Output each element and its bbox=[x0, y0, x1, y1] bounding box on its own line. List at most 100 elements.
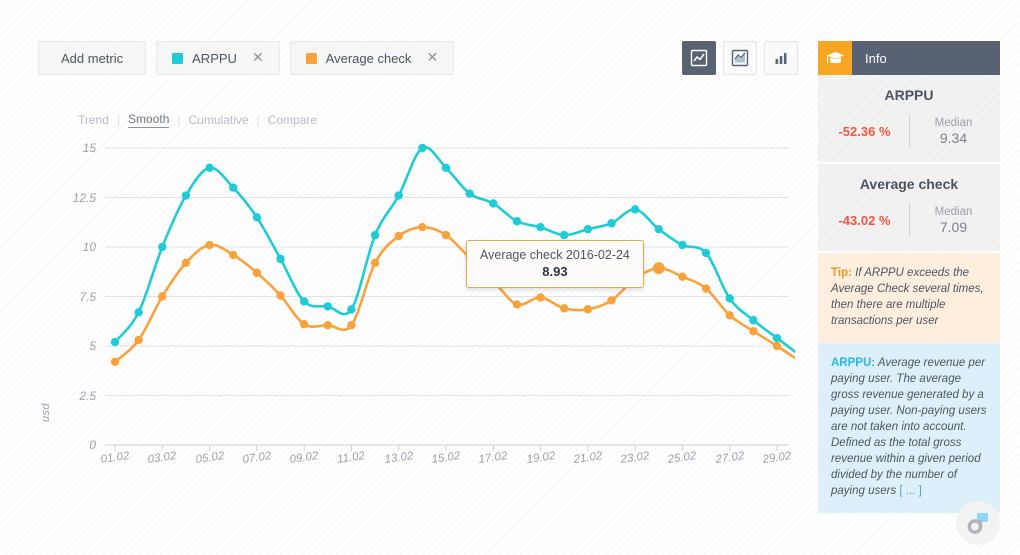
data-point[interactable] bbox=[584, 225, 592, 233]
data-point[interactable] bbox=[749, 316, 757, 324]
data-point[interactable] bbox=[560, 304, 568, 312]
y-axis: 02.557.51012.515 bbox=[50, 130, 96, 475]
tip-note: Tip: If ARPPU exceeds the Average Check … bbox=[818, 253, 1000, 343]
stat-name: Average check bbox=[818, 176, 1000, 192]
metric-chip-label-average-check: Average check bbox=[326, 51, 412, 66]
metric-color-swatch-average-check bbox=[306, 53, 317, 64]
series-average-check bbox=[111, 223, 795, 366]
data-point[interactable] bbox=[134, 308, 142, 316]
nav-item-smooth[interactable]: Smooth bbox=[128, 112, 169, 128]
y-axis-tick-label: 0 bbox=[50, 438, 96, 452]
data-point[interactable] bbox=[678, 273, 686, 281]
y-axis-tick-label: 15 bbox=[50, 141, 96, 155]
data-point[interactable] bbox=[182, 259, 190, 267]
data-point[interactable] bbox=[653, 262, 665, 274]
data-point[interactable] bbox=[631, 205, 639, 213]
close-icon[interactable]: ✕ bbox=[426, 51, 438, 65]
metric-chip-arppu[interactable]: ARPPU ✕ bbox=[156, 41, 280, 75]
data-point[interactable] bbox=[513, 300, 521, 308]
data-point[interactable] bbox=[182, 191, 190, 199]
data-point[interactable] bbox=[418, 223, 426, 231]
logo-icon bbox=[964, 509, 992, 537]
data-point[interactable] bbox=[276, 291, 284, 299]
data-point[interactable] bbox=[111, 338, 119, 346]
data-point[interactable] bbox=[371, 231, 379, 239]
bar-chart-icon bbox=[772, 49, 790, 67]
data-point[interactable] bbox=[395, 191, 403, 199]
data-point[interactable] bbox=[678, 241, 686, 249]
nav-separator: | bbox=[177, 113, 180, 127]
data-point[interactable] bbox=[134, 336, 142, 344]
data-point[interactable] bbox=[702, 249, 710, 257]
info-panel: Info ARPPU -52.36 % Median 9.34 Average … bbox=[818, 41, 1000, 513]
add-metric-button[interactable]: Add metric bbox=[38, 41, 146, 75]
nav-separator: | bbox=[117, 113, 120, 127]
data-point[interactable] bbox=[536, 223, 544, 231]
data-point[interactable] bbox=[253, 269, 261, 277]
chart-area: usd 02.557.51012.515 01.0203.0205.0207.0… bbox=[0, 130, 810, 475]
median-label: Median bbox=[910, 117, 998, 129]
data-point[interactable] bbox=[395, 232, 403, 240]
metric-chip-average-check[interactable]: Average check ✕ bbox=[290, 41, 455, 75]
line-chart-button[interactable] bbox=[682, 41, 716, 75]
metric-color-swatch-arppu bbox=[172, 53, 183, 64]
y-axis-tick-label: 2.5 bbox=[50, 389, 96, 403]
data-point[interactable] bbox=[702, 284, 710, 292]
data-point[interactable] bbox=[347, 305, 355, 313]
data-point[interactable] bbox=[111, 358, 119, 366]
close-icon[interactable]: ✕ bbox=[252, 51, 264, 65]
nav-item-compare[interactable]: Compare bbox=[268, 113, 317, 127]
data-point[interactable] bbox=[324, 321, 332, 329]
tooltip-value: 8.93 bbox=[480, 264, 630, 279]
chart-svg bbox=[105, 130, 795, 475]
read-more-link[interactable]: [ ... ] bbox=[899, 485, 921, 497]
data-point[interactable] bbox=[418, 144, 426, 152]
y-axis-tick-label: 12.5 bbox=[50, 191, 96, 205]
data-point[interactable] bbox=[560, 231, 568, 239]
data-point[interactable] bbox=[276, 255, 284, 263]
data-point[interactable] bbox=[229, 183, 237, 191]
data-point[interactable] bbox=[773, 342, 781, 350]
data-point[interactable] bbox=[465, 189, 473, 197]
data-point[interactable] bbox=[158, 292, 166, 300]
series-arppu bbox=[111, 144, 795, 360]
series-line bbox=[115, 147, 795, 356]
data-point[interactable] bbox=[536, 293, 544, 301]
data-point[interactable] bbox=[205, 241, 213, 249]
data-point[interactable] bbox=[773, 334, 781, 342]
data-point[interactable] bbox=[347, 321, 355, 329]
data-point[interactable] bbox=[655, 225, 663, 233]
data-point[interactable] bbox=[607, 219, 615, 227]
data-point[interactable] bbox=[229, 251, 237, 259]
stat-delta: -43.02 % bbox=[821, 213, 909, 228]
metric-chip-label-arppu: ARPPU bbox=[192, 51, 237, 66]
bar-chart-button[interactable] bbox=[764, 41, 798, 75]
data-point[interactable] bbox=[371, 259, 379, 267]
chart-view-nav: Trend|Smooth|Cumulative|Compare bbox=[78, 112, 317, 128]
definition-note: ARPPU: Average revenue per paying user. … bbox=[818, 343, 1000, 513]
data-point[interactable] bbox=[205, 164, 213, 172]
data-point[interactable] bbox=[607, 296, 615, 304]
tooltip-title: Average check 2016-02-24 bbox=[480, 248, 630, 262]
devtodev-logo bbox=[956, 501, 1000, 545]
data-point[interactable] bbox=[726, 311, 734, 319]
data-point[interactable] bbox=[253, 213, 261, 221]
tip-text: If ARPPU exceeds the Average Check sever… bbox=[831, 267, 984, 327]
data-point[interactable] bbox=[442, 231, 450, 239]
area-chart-button[interactable] bbox=[723, 41, 757, 75]
definition-keyword: ARPPU: bbox=[831, 357, 875, 369]
data-point[interactable] bbox=[726, 294, 734, 302]
nav-item-trend[interactable]: Trend bbox=[78, 113, 109, 127]
data-point[interactable] bbox=[324, 302, 332, 310]
nav-item-cumulative[interactable]: Cumulative bbox=[189, 113, 249, 127]
data-point[interactable] bbox=[442, 164, 450, 172]
data-point[interactable] bbox=[489, 199, 497, 207]
data-point[interactable] bbox=[300, 297, 308, 305]
chart-type-switcher bbox=[682, 41, 798, 75]
data-point[interactable] bbox=[749, 327, 757, 335]
analytics-dashboard: Add metric ARPPU ✕ Average check ✕ bbox=[0, 0, 1020, 555]
data-point[interactable] bbox=[300, 320, 308, 328]
data-point[interactable] bbox=[158, 243, 166, 251]
data-point[interactable] bbox=[513, 217, 521, 225]
data-point[interactable] bbox=[584, 305, 592, 313]
